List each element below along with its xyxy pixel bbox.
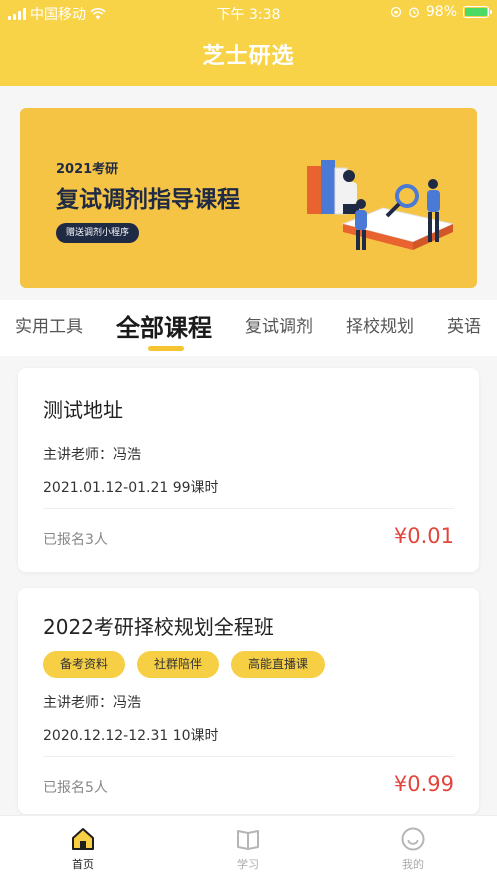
- tab-school-planning[interactable]: 择校规划: [346, 312, 414, 337]
- header: 中国移动 下午 3:38 98% 芝士研选: [0, 0, 497, 86]
- battery-percent: 98%: [425, 4, 457, 20]
- divider: [43, 756, 454, 757]
- bottom-nav-profile[interactable]: 我的: [373, 826, 453, 872]
- banner-year: 2021考研: [56, 162, 119, 177]
- course-title: 测试地址: [43, 398, 123, 422]
- bottom-nav: 首页 学习 我的: [0, 815, 497, 883]
- alarm-icon: [408, 7, 419, 18]
- course-teacher: 主讲老师：冯浩: [43, 447, 141, 463]
- tab-english[interactable]: 英语: [447, 312, 481, 337]
- active-tab-indicator: [148, 346, 184, 351]
- study-illustration-icon: [307, 160, 455, 250]
- course-date: 2021.01.12-01.21 99课时: [43, 480, 219, 496]
- promo-banner[interactable]: 2021考研 复试调剂指导课程 赠送调剂小程序: [20, 108, 477, 288]
- page-title: 芝士研选: [202, 44, 295, 69]
- rotation-lock-icon: [390, 6, 402, 18]
- status-bar: 中国移动 下午 3:38 98%: [0, 0, 497, 26]
- category-tabs: 实用工具 全部课程 复试调剂 择校规划 英语: [0, 300, 497, 356]
- course-teacher: 主讲老师：冯浩: [43, 695, 141, 711]
- course-price: ¥0.99: [393, 772, 454, 796]
- bottom-nav-study[interactable]: 学习: [208, 826, 288, 872]
- course-tag: 社群陪伴: [137, 651, 220, 678]
- course-title: 2022考研择校规划全程班: [43, 615, 274, 639]
- course-date: 2020.12.12-12.31 10课时: [43, 728, 219, 744]
- course-card[interactable]: 2022考研择校规划全程班 备考资料 社群陪伴 高能直播课 主讲老师：冯浩 20…: [18, 588, 479, 814]
- banner-pill: 赠送调剂小程序: [56, 223, 140, 243]
- bottom-nav-label: 学习: [237, 858, 259, 871]
- course-tags: 备考资料 社群陪伴 高能直播课: [43, 651, 326, 678]
- course-tag: 备考资料: [43, 651, 126, 678]
- battery-icon: [463, 6, 492, 18]
- tab-all-courses[interactable]: 全部课程: [116, 308, 212, 343]
- divider: [43, 508, 454, 509]
- tab-tools[interactable]: 实用工具: [15, 312, 83, 337]
- bottom-nav-label: 首页: [72, 858, 94, 871]
- banner-headline: 复试调剂指导课程: [56, 187, 240, 213]
- course-price: ¥0.01: [393, 524, 454, 548]
- home-icon: [72, 828, 94, 850]
- course-enrolled: 已报名3人: [43, 532, 108, 548]
- profile-icon: [401, 827, 425, 851]
- bottom-nav-label: 我的: [402, 858, 424, 871]
- course-card[interactable]: 测试地址 主讲老师：冯浩 2021.01.12-01.21 99课时 已报名3人…: [18, 368, 479, 572]
- book-icon: [237, 830, 259, 850]
- bottom-nav-home[interactable]: 首页: [43, 826, 123, 872]
- course-enrolled: 已报名5人: [43, 780, 108, 796]
- course-tag: 高能直播课: [231, 651, 326, 678]
- tab-retest[interactable]: 复试调剂: [245, 312, 313, 337]
